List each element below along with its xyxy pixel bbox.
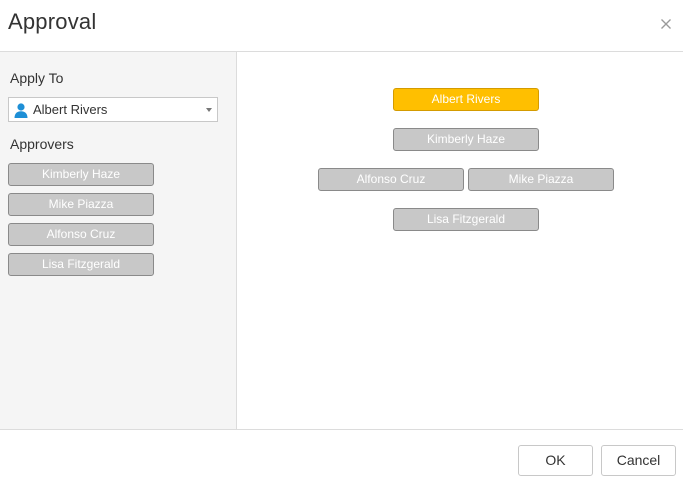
diagram-node[interactable]: Mike Piazza: [468, 168, 614, 191]
approver-item[interactable]: Lisa Fitzgerald: [8, 253, 154, 276]
approval-diagram: Albert Rivers Kimberly Haze Alfonso Cruz…: [237, 52, 683, 429]
apply-to-label: Apply To: [10, 70, 64, 86]
approver-item[interactable]: Alfonso Cruz: [8, 223, 154, 246]
dialog-title: Approval: [8, 9, 97, 34]
apply-to-dropdown[interactable]: Albert Rivers: [8, 97, 218, 122]
approver-item[interactable]: Mike Piazza: [8, 193, 154, 216]
close-icon: [661, 19, 671, 29]
apply-to-value: Albert Rivers: [33, 102, 108, 117]
dialog-header: Approval: [0, 0, 683, 52]
diagram-node[interactable]: Kimberly Haze: [393, 128, 539, 151]
diagram-node[interactable]: Lisa Fitzgerald: [393, 208, 539, 231]
close-button[interactable]: [656, 14, 676, 34]
ok-button[interactable]: OK: [518, 445, 593, 476]
dialog-footer: OK Cancel: [0, 429, 683, 485]
cancel-button[interactable]: Cancel: [601, 445, 676, 476]
left-panel: Apply To Albert Rivers Approvers Kimberl…: [0, 52, 237, 429]
user-icon: [14, 103, 28, 118]
diagram-node-root[interactable]: Albert Rivers: [393, 88, 539, 111]
diagram-node[interactable]: Alfonso Cruz: [318, 168, 464, 191]
chevron-down-icon: [206, 108, 212, 112]
approver-item[interactable]: Kimberly Haze: [8, 163, 154, 186]
approvers-label: Approvers: [10, 136, 74, 152]
